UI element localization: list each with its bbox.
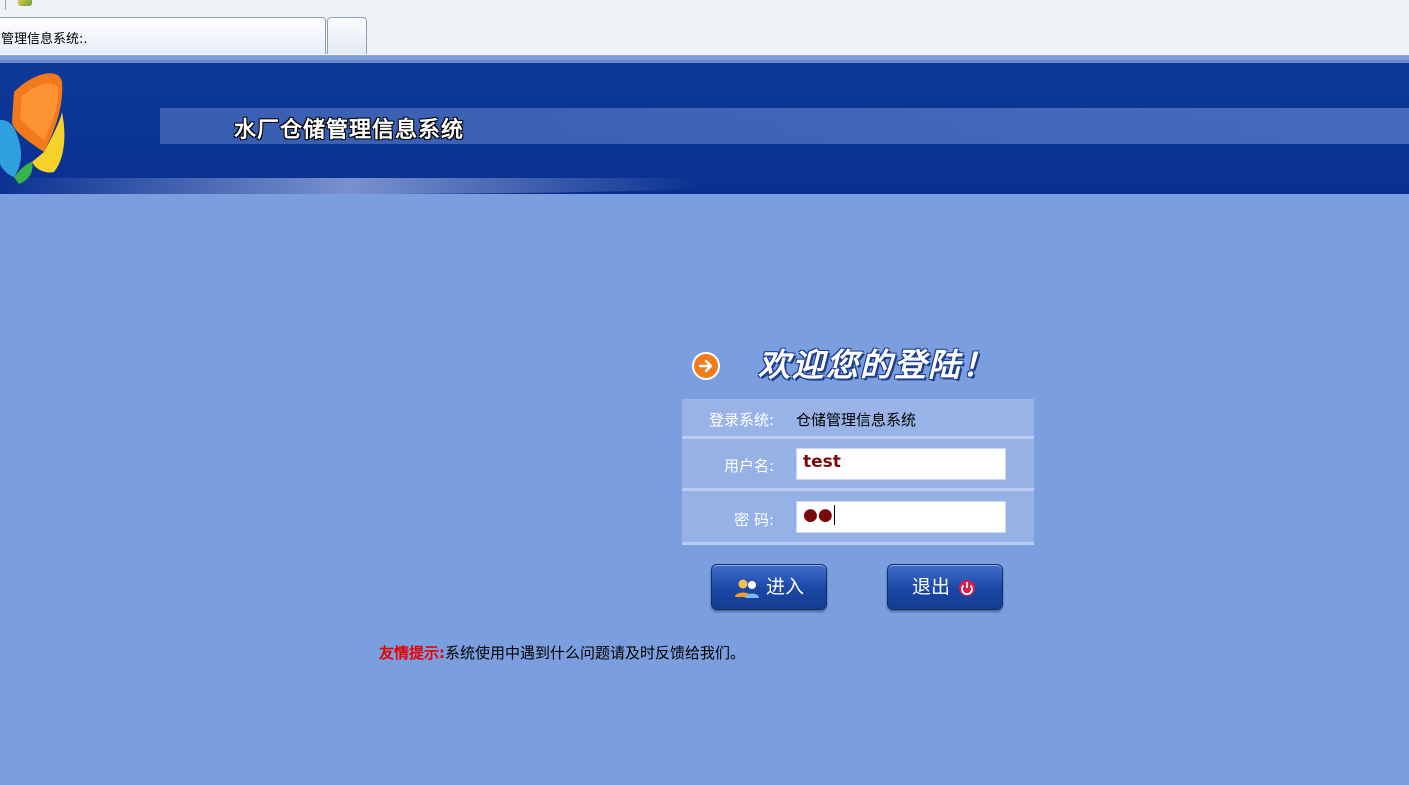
browser-tab-label: 管理信息系统:. xyxy=(1,32,88,47)
system-value: 仓储管理信息系统 xyxy=(796,411,917,429)
welcome-title: 欢迎您的登陆！ xyxy=(758,346,997,384)
hint-text: 系统使用中遇到什么问题请及时反馈给我们。 xyxy=(445,644,746,662)
arrow-circle-icon xyxy=(692,352,720,380)
hint-label: 友情提示: xyxy=(379,644,445,662)
system-label: 登录系统: xyxy=(708,411,774,429)
favorites-icon[interactable] xyxy=(18,0,32,6)
password-label: 密 码: xyxy=(734,511,774,529)
new-tab-button[interactable] xyxy=(327,17,367,54)
enter-button-label: 进入 xyxy=(766,576,805,598)
browser-chrome: 管理信息系统:. xyxy=(0,0,1409,56)
system-title: 水厂仓储管理信息系统 xyxy=(234,118,465,143)
username-label: 用户名: xyxy=(723,457,774,475)
friendly-hint: 友情提示:系统使用中遇到什么问题请及时反馈给我们。 xyxy=(379,642,745,663)
enter-button[interactable]: 进入 xyxy=(711,564,827,610)
username-row: 用户名: test xyxy=(682,439,1034,491)
windows-logo-icon xyxy=(0,73,65,184)
header-swoosh xyxy=(0,178,700,194)
browser-tab-active[interactable]: 管理信息系统:. xyxy=(0,17,326,54)
header-top-line xyxy=(0,60,1409,63)
power-icon xyxy=(959,579,976,596)
exit-button-label: 退出 xyxy=(911,576,950,598)
password-masked-value: ●● xyxy=(803,505,833,525)
text-caret xyxy=(833,505,835,525)
username-value: test xyxy=(803,452,841,472)
toolbar-separator xyxy=(5,0,6,10)
password-input[interactable]: ●● xyxy=(796,501,1006,533)
password-row: 密 码: ●● xyxy=(682,491,1034,545)
browser-toolbar xyxy=(0,0,1409,14)
users-icon xyxy=(734,579,759,598)
system-row: 登录系统: 仓储管理信息系统 xyxy=(682,399,1034,439)
exit-button[interactable]: 退出 xyxy=(887,564,1003,610)
login-form: 登录系统: 仓储管理信息系统 用户名: test 密 码: ●● xyxy=(682,399,1034,548)
username-input[interactable]: test xyxy=(796,448,1006,480)
